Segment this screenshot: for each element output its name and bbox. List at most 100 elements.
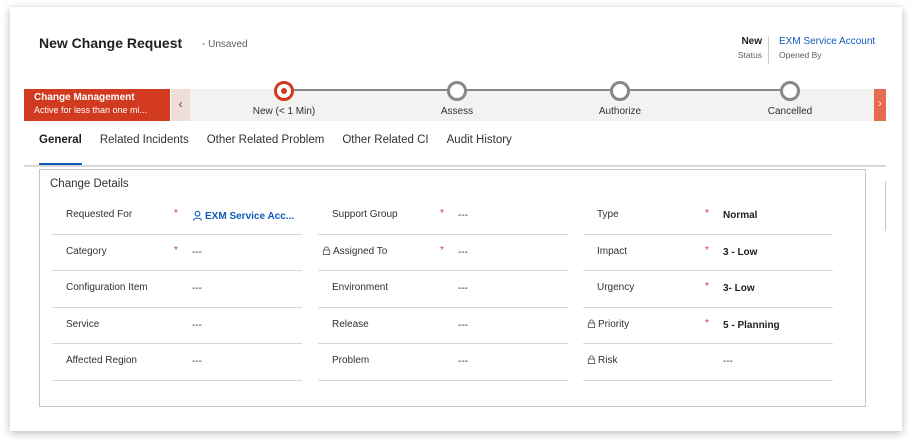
form-header: New Change Request - Unsaved New Status … xyxy=(24,33,886,73)
stage-circle-icon xyxy=(780,81,800,101)
process-name: Change Management xyxy=(34,92,135,103)
required-marker: * xyxy=(705,208,709,219)
header-status-field: New Status xyxy=(732,36,762,60)
field-impact: Impact * 3 - Low xyxy=(583,235,833,272)
details-column-1: Requested For * EXM Service Acc... Categ… xyxy=(52,198,302,381)
field-label: Category xyxy=(66,245,107,257)
risk-value: --- xyxy=(723,356,733,368)
field-label: Environment xyxy=(332,282,389,294)
field-risk: Risk --- xyxy=(583,344,833,381)
page-title: New Change Request xyxy=(39,35,183,51)
status-value: New xyxy=(741,36,762,47)
field-label: Risk xyxy=(598,355,618,367)
stage-assess[interactable]: Assess xyxy=(397,81,517,117)
field-support-group: Support Group * --- xyxy=(318,198,568,235)
field-label: Release xyxy=(332,318,369,330)
form-tabs: General Related Incidents Other Related … xyxy=(39,134,512,165)
stage-new[interactable]: New (< 1 Min) xyxy=(224,81,344,117)
field-label: Problem xyxy=(332,355,370,367)
stage-label: Assess xyxy=(440,106,474,117)
assigned-to-value: --- xyxy=(458,246,468,258)
details-column-2: Support Group * --- Assigned To * --- En… xyxy=(318,198,568,381)
field-label: Configuration Item xyxy=(66,282,148,294)
field-label: Priority xyxy=(598,318,630,330)
tab-other-related-ci[interactable]: Other Related CI xyxy=(342,134,428,156)
release-input[interactable]: --- xyxy=(458,320,468,331)
field-label-locked: Assigned To xyxy=(322,246,387,257)
stage-authorize[interactable]: Authorize xyxy=(560,81,680,117)
field-label: Urgency xyxy=(597,282,635,294)
affected-region-input[interactable]: --- xyxy=(192,356,202,367)
field-label: Assigned To xyxy=(333,245,388,257)
problem-input[interactable]: --- xyxy=(458,356,468,367)
tab-divider xyxy=(24,165,886,167)
configuration-item-input[interactable]: --- xyxy=(192,283,202,294)
unsaved-indicator: - Unsaved xyxy=(202,39,248,50)
stage-cancelled[interactable]: Cancelled xyxy=(730,81,850,117)
field-category: Category * --- xyxy=(52,235,302,272)
required-marker: * xyxy=(440,244,444,256)
lock-icon xyxy=(587,355,596,365)
field-label-locked: Priority xyxy=(587,319,629,330)
opened-by-link[interactable]: EXM Service Account xyxy=(779,36,875,47)
form-page: New Change Request - Unsaved New Status … xyxy=(24,21,886,425)
type-select[interactable]: Normal xyxy=(723,210,757,221)
header-opened-by-field: EXM Service Account Opened By xyxy=(768,36,875,64)
status-label: Status xyxy=(737,50,762,60)
support-group-input[interactable]: --- xyxy=(458,210,468,221)
stage-label: New (< 1 Min) xyxy=(252,106,316,117)
required-marker: * xyxy=(174,208,178,219)
field-problem: Problem --- xyxy=(318,344,568,381)
change-details-section: Change Details Requested For * EXM Servi… xyxy=(39,169,866,407)
field-priority: Priority * 5 - Planning xyxy=(583,308,833,345)
tab-related-incidents[interactable]: Related Incidents xyxy=(100,134,189,156)
lock-icon xyxy=(322,246,331,255)
section-title: Change Details xyxy=(50,178,129,190)
required-marker: * xyxy=(440,208,444,219)
field-label: Type xyxy=(597,209,619,220)
chevron-right-icon: › xyxy=(878,98,882,110)
scrollbar[interactable] xyxy=(885,181,886,231)
urgency-select[interactable]: 3- Low xyxy=(723,283,755,294)
field-label: Requested For xyxy=(66,209,133,220)
field-release: Release --- xyxy=(318,308,568,345)
field-urgency: Urgency * 3- Low xyxy=(583,271,833,308)
field-configuration-item: Configuration Item --- xyxy=(52,271,302,308)
previous-stage-button[interactable]: ‹ xyxy=(170,89,190,121)
tab-other-related-problem[interactable]: Other Related Problem xyxy=(207,134,325,156)
environment-input[interactable]: --- xyxy=(458,283,468,294)
lock-icon xyxy=(587,319,596,328)
service-input[interactable]: --- xyxy=(192,320,202,331)
required-marker: * xyxy=(705,244,709,256)
business-process-flow: Change Management Active for less than o… xyxy=(24,81,886,121)
field-affected-region: Affected Region --- xyxy=(52,344,302,381)
chevron-left-icon: ‹ xyxy=(178,97,183,111)
category-input[interactable]: --- xyxy=(192,247,202,258)
person-icon xyxy=(192,210,203,221)
requested-for-lookup[interactable]: EXM Service Acc... xyxy=(192,210,294,222)
priority-value: 5 - Planning xyxy=(723,319,780,331)
field-requested-for: Requested For * EXM Service Acc... xyxy=(52,198,302,235)
form-window: New Change Request - Unsaved New Status … xyxy=(10,7,902,431)
field-type: Type * Normal xyxy=(583,198,833,235)
field-service: Service --- xyxy=(52,308,302,345)
stage-label: Cancelled xyxy=(767,106,813,117)
required-marker: * xyxy=(705,281,709,293)
active-process-flag[interactable]: Change Management Active for less than o… xyxy=(24,89,170,121)
next-stage-button[interactable]: › xyxy=(874,89,886,121)
field-environment: Environment --- xyxy=(318,271,568,308)
field-label: Affected Region xyxy=(66,355,137,367)
details-column-3: Type * Normal Impact * 3 - Low Urgency *… xyxy=(583,198,833,381)
required-marker: * xyxy=(705,317,709,329)
field-label-locked: Risk xyxy=(587,355,617,366)
process-duration: Active for less than one mi... xyxy=(34,105,148,115)
stage-connector-line xyxy=(284,89,796,91)
tab-audit-history[interactable]: Audit History xyxy=(447,134,512,156)
tab-general[interactable]: General xyxy=(39,134,82,165)
impact-select[interactable]: 3 - Low xyxy=(723,247,757,258)
field-label: Impact xyxy=(597,245,628,257)
requested-for-value: EXM Service Acc... xyxy=(205,211,295,222)
stage-circle-icon xyxy=(610,81,630,101)
opened-by-label: Opened By xyxy=(779,50,822,60)
field-assigned-to: Assigned To * --- xyxy=(318,235,568,272)
